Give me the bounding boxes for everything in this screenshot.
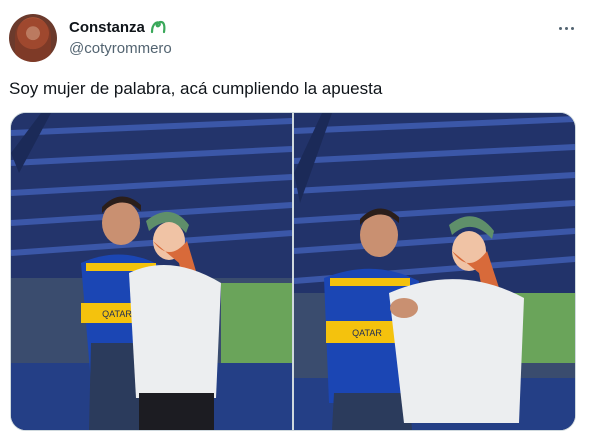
author-handle[interactable]: @cotyrommero [69, 40, 172, 57]
green-clover-badge-icon [150, 20, 166, 34]
photo-2-scene: QATAR [294, 113, 575, 430]
tweet-text: Soy mujer de palabra, acá cumpliendo la … [9, 79, 383, 98]
author-name-row[interactable]: Constanza [69, 18, 167, 36]
avatar-hair [15, 18, 51, 62]
tweet-media[interactable]: QATAR QATAR [10, 112, 576, 431]
svg-text:QATAR: QATAR [352, 328, 382, 338]
photo-2[interactable]: QATAR [294, 113, 575, 430]
svg-text:QATAR: QATAR [102, 309, 132, 319]
photo-1[interactable]: QATAR [11, 113, 292, 430]
avatar[interactable] [9, 14, 57, 62]
photo-1-scene: QATAR [11, 113, 292, 430]
tweet-header: Constanza @cotyrommero [0, 0, 591, 72]
author-display-name[interactable]: Constanza [69, 19, 145, 36]
more-options-icon[interactable] [554, 18, 578, 38]
